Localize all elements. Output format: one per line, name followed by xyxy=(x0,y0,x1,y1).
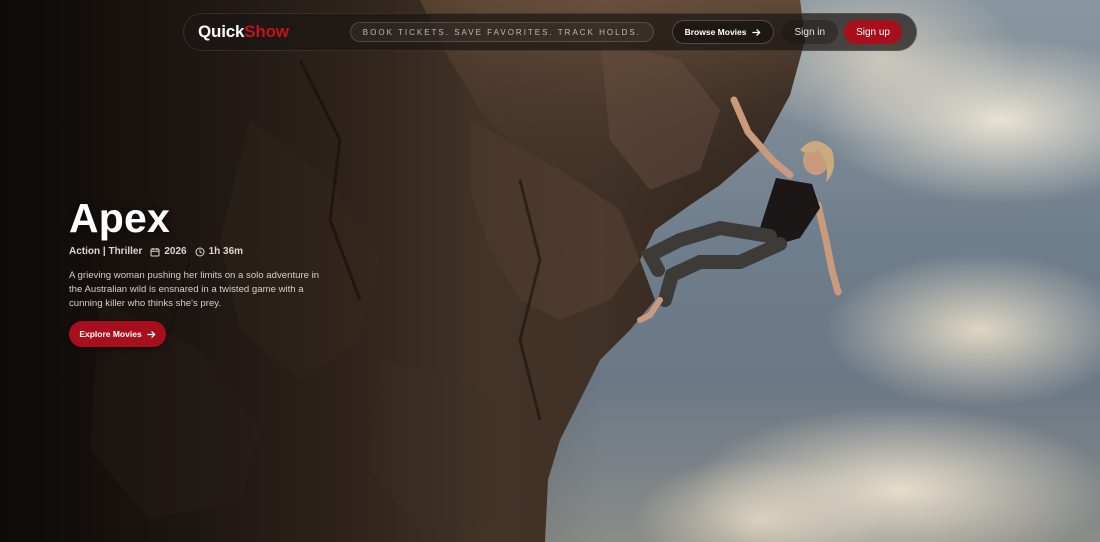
logo-accent-text: Show xyxy=(244,22,289,41)
movie-year-text: 2026 xyxy=(164,246,187,257)
calendar-icon xyxy=(150,247,160,256)
arrow-right-icon xyxy=(146,330,155,338)
app-logo[interactable]: Quick Show xyxy=(198,22,289,42)
browse-movies-label: Browse Movies xyxy=(684,27,747,37)
tagline-pill: BOOK TICKETS. SAVE FAVORITES. TRACK HOLD… xyxy=(349,22,654,42)
featured-movie-info: Apex Action | Thriller 2026 1h 36m A gri… xyxy=(69,196,339,347)
movie-duration-text: 1h 36m xyxy=(208,246,244,257)
movie-duration: 1h 36m xyxy=(195,246,243,257)
hero-banner: Quick Show BOOK TICKETS. SAVE FAVORITES. … xyxy=(0,0,1100,542)
top-navbar: Quick Show BOOK TICKETS. SAVE FAVORITES. … xyxy=(183,13,917,51)
nav-actions: Browse Movies Sign in Sign up xyxy=(671,20,902,44)
movie-meta: Action | Thriller 2026 1h 36m xyxy=(69,246,339,257)
movie-genres: Action | Thriller xyxy=(69,246,143,257)
movie-title: Apex xyxy=(69,195,171,241)
explore-movies-label: Explore Movies xyxy=(79,329,142,339)
sign-up-button[interactable]: Sign up xyxy=(844,20,902,44)
clock-icon xyxy=(195,247,205,256)
logo-primary-text: Quick xyxy=(198,22,245,41)
browse-movies-button[interactable]: Browse Movies xyxy=(671,20,774,44)
movie-description: A grieving woman pushing her limits on a… xyxy=(69,270,320,309)
explore-movies-button[interactable]: Explore Movies xyxy=(69,321,166,347)
sign-in-button[interactable]: Sign in xyxy=(781,20,839,44)
movie-year: 2026 xyxy=(150,246,187,257)
arrow-right-icon xyxy=(751,28,760,36)
